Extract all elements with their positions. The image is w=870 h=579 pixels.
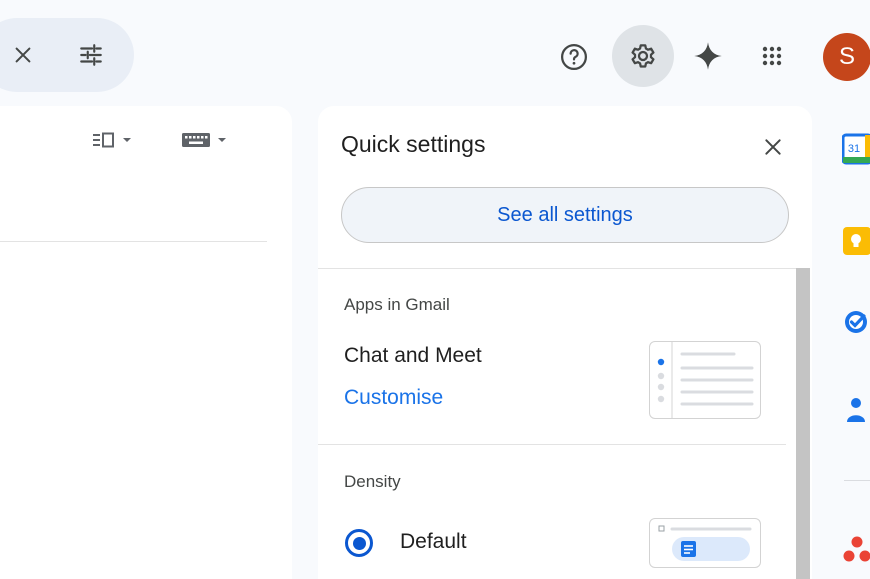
density-default-label: Default bbox=[400, 530, 467, 553]
gemini-icon bbox=[694, 42, 722, 70]
calendar-app-button[interactable]: 31 bbox=[841, 133, 870, 170]
density-heading: Density bbox=[344, 472, 401, 491]
chat-and-meet-label: Chat and Meet bbox=[344, 344, 482, 367]
chevron-down-icon bbox=[218, 138, 226, 142]
settings-button[interactable] bbox=[612, 25, 674, 87]
contacts-icon bbox=[847, 398, 865, 422]
keep-icon bbox=[843, 227, 870, 255]
apps-in-gmail-heading: Apps in Gmail bbox=[344, 295, 450, 314]
close-quick-settings-button[interactable] bbox=[756, 130, 790, 164]
tasks-icon bbox=[845, 311, 867, 333]
chevron-down-icon bbox=[123, 138, 131, 142]
get-addons-button[interactable] bbox=[842, 534, 870, 571]
settings-icon bbox=[631, 44, 655, 68]
radio-selected-dot bbox=[352, 536, 366, 550]
divider bbox=[318, 268, 796, 269]
chat-meet-preview-thumbnail bbox=[649, 341, 761, 419]
split-pane-toggle[interactable] bbox=[92, 132, 132, 148]
density-default-radio[interactable] bbox=[345, 529, 373, 557]
account-avatar[interactable]: S bbox=[823, 33, 870, 81]
divider bbox=[0, 241, 267, 242]
get-addons-icon bbox=[843, 536, 870, 562]
tasks-app-button[interactable] bbox=[842, 307, 870, 342]
see-all-settings-label: See all settings bbox=[497, 203, 633, 226]
keyboard-icon bbox=[182, 133, 210, 147]
calendar-day: 31 bbox=[848, 143, 860, 155]
density-default-preview-thumbnail bbox=[649, 518, 761, 568]
clear-search-button[interactable] bbox=[6, 38, 40, 72]
help-icon bbox=[561, 44, 587, 70]
keep-app-button[interactable] bbox=[842, 226, 870, 261]
contacts-app-button[interactable] bbox=[842, 394, 870, 431]
divider bbox=[318, 444, 786, 445]
tune-icon bbox=[80, 44, 102, 66]
see-all-settings-button[interactable]: See all settings bbox=[341, 187, 789, 243]
search-options-button[interactable] bbox=[72, 36, 110, 74]
chat-meet-preview-illustration bbox=[657, 342, 754, 418]
support-button[interactable] bbox=[554, 37, 594, 77]
scrollbar-thumb[interactable] bbox=[796, 268, 810, 579]
density-preview-illustration bbox=[658, 525, 752, 561]
avatar-initial: S bbox=[838, 43, 855, 70]
customise-link[interactable]: Customise bbox=[344, 386, 443, 410]
calendar-icon: 31 bbox=[841, 133, 870, 165]
google-apps-button[interactable] bbox=[752, 36, 792, 76]
apps-grid-icon bbox=[762, 46, 782, 66]
quick-settings-title: Quick settings bbox=[341, 131, 486, 157]
close-icon bbox=[15, 47, 31, 63]
split-pane-icon bbox=[93, 132, 114, 148]
divider bbox=[844, 480, 870, 481]
close-icon bbox=[765, 139, 781, 155]
gemini-button[interactable] bbox=[688, 36, 728, 76]
mail-list-pane bbox=[0, 106, 292, 579]
input-tools-toggle[interactable] bbox=[181, 132, 227, 148]
